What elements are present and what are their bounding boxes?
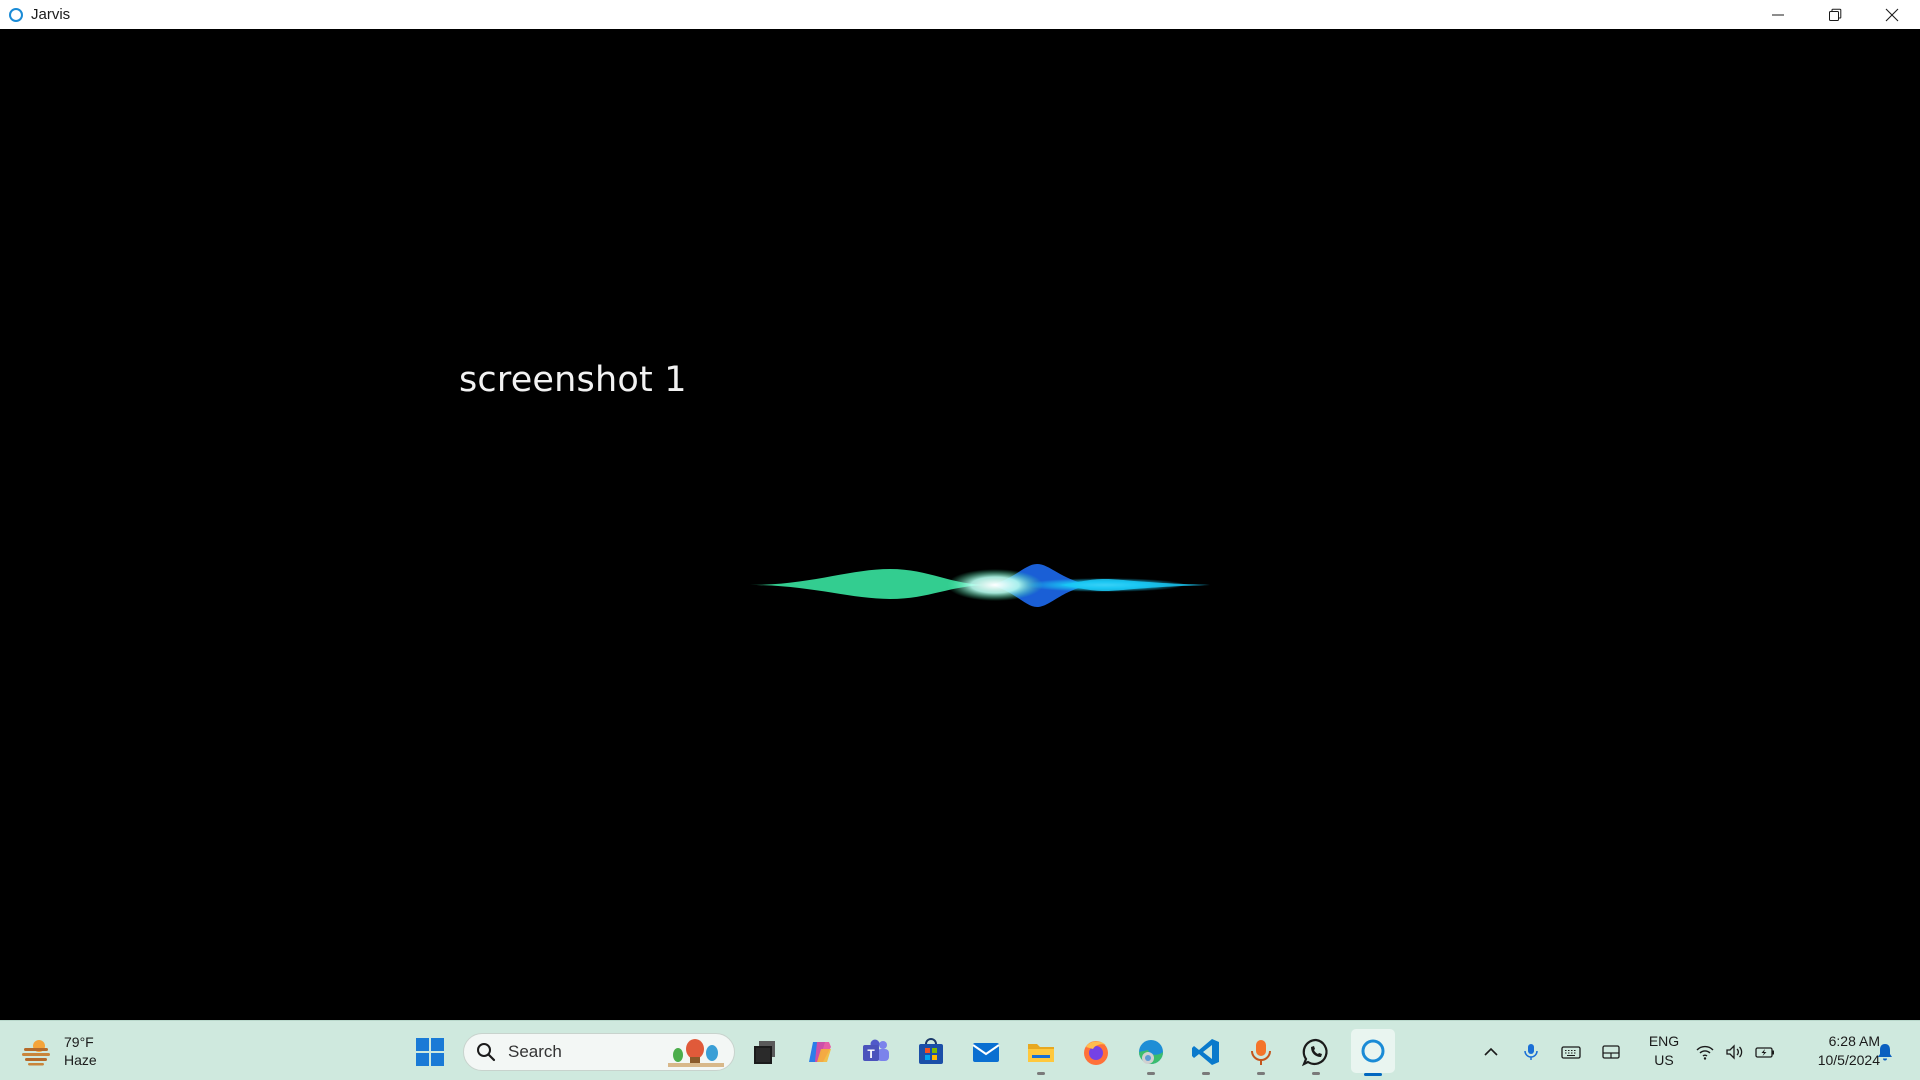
close-icon [1885, 8, 1898, 21]
active-indicator [1364, 1073, 1382, 1076]
window-title: Jarvis [31, 6, 71, 23]
weather-widget[interactable]: 79°F Haze [20, 1030, 97, 1072]
minimize-button[interactable] [1749, 0, 1806, 29]
jarvis-app-icon [9, 7, 23, 22]
haze-icon [22, 1040, 50, 1066]
edge-button[interactable] [1131, 1032, 1171, 1075]
pen-menu-button[interactable] [1599, 1040, 1623, 1064]
speech-transcript: screenshot 1 [459, 360, 687, 400]
firefox-icon [1084, 1041, 1108, 1065]
teams-icon: T [863, 1039, 889, 1061]
start-button[interactable] [410, 1032, 450, 1072]
whatsapp-button[interactable] [1296, 1032, 1336, 1075]
store-icon [919, 1038, 943, 1064]
network-button[interactable] [1693, 1040, 1717, 1064]
bell-icon [1878, 1044, 1892, 1061]
voice-waveform [450, 564, 1470, 607]
running-indicator [1312, 1072, 1320, 1075]
show-hidden-icons-button[interactable] [1479, 1040, 1503, 1064]
input-language-indicator[interactable]: ENG US [1644, 1032, 1684, 1070]
task-view-button[interactable] [745, 1032, 785, 1072]
running-indicator [1202, 1072, 1210, 1075]
teams-button[interactable]: T [856, 1032, 896, 1072]
vscode-icon [1192, 1039, 1219, 1065]
wifi-icon [1696, 1045, 1714, 1060]
copilot-icon [809, 1042, 831, 1062]
search-icon [477, 1043, 496, 1062]
vscode-button[interactable] [1186, 1032, 1226, 1075]
search-label: Search [508, 1042, 562, 1061]
microphone-tray-icon [1524, 1044, 1538, 1060]
file-explorer-button[interactable] [1021, 1032, 1061, 1075]
minimize-icon [1771, 14, 1784, 15]
tablet-icon [1602, 1045, 1620, 1059]
taskbar-search[interactable]: Search [463, 1033, 735, 1071]
running-indicator [1037, 1072, 1045, 1075]
mail-icon [972, 1043, 1000, 1062]
language-code: ENG [1648, 1033, 1680, 1049]
search-highlight-art-icon [668, 1039, 724, 1067]
window-controls [1749, 0, 1920, 29]
mail-button[interactable] [966, 1032, 1006, 1072]
microphone-icon [1251, 1040, 1271, 1065]
microsoft-store-button[interactable] [911, 1032, 951, 1072]
restore-icon [1828, 8, 1841, 21]
keyboard-icon [1561, 1046, 1581, 1059]
folder-icon [1028, 1044, 1054, 1062]
copilot-button[interactable] [800, 1032, 840, 1072]
battery-button[interactable] [1753, 1040, 1777, 1064]
edge-icon [1139, 1040, 1163, 1064]
touch-keyboard-button[interactable] [1559, 1040, 1583, 1064]
speaker-icon [1726, 1044, 1743, 1060]
jarvis-taskbar-button[interactable] [1351, 1029, 1395, 1076]
jarvis-ring-icon [1361, 1039, 1385, 1063]
firefox-button[interactable] [1076, 1032, 1116, 1072]
windows-logo-icon [416, 1038, 444, 1066]
notifications-button[interactable] [1873, 1040, 1897, 1064]
taskbar: 79°F Haze Search T ENG US 6:28 AM 10/5/2… [0, 1020, 1920, 1080]
weather-condition: Haze [64, 1052, 97, 1068]
whatsapp-icon [1301, 1038, 1328, 1067]
running-indicator [1147, 1072, 1155, 1075]
task-view-icon [754, 1041, 775, 1064]
clock-date: 10/5/2024 [1817, 1052, 1880, 1068]
close-button[interactable] [1863, 0, 1920, 29]
jarvis-main-area: screenshot 1 [0, 29, 1920, 1021]
microphone-in-use-button[interactable] [1519, 1040, 1543, 1064]
microphone-app-button[interactable] [1241, 1032, 1281, 1075]
weather-temperature: 79°F [64, 1034, 94, 1050]
title-bar: Jarvis [0, 0, 1920, 29]
system-clock[interactable]: 6:28 AM 10/5/2024 [1790, 1032, 1880, 1070]
volume-button[interactable] [1723, 1040, 1747, 1064]
battery-charging-icon [1755, 1047, 1774, 1058]
svg-text:T: T [867, 1047, 875, 1061]
clock-time: 6:28 AM [1828, 1033, 1880, 1049]
language-region: US [1654, 1052, 1674, 1068]
running-indicator [1257, 1072, 1265, 1075]
restore-button[interactable] [1806, 0, 1863, 29]
chevron-up-icon [1484, 1047, 1498, 1056]
